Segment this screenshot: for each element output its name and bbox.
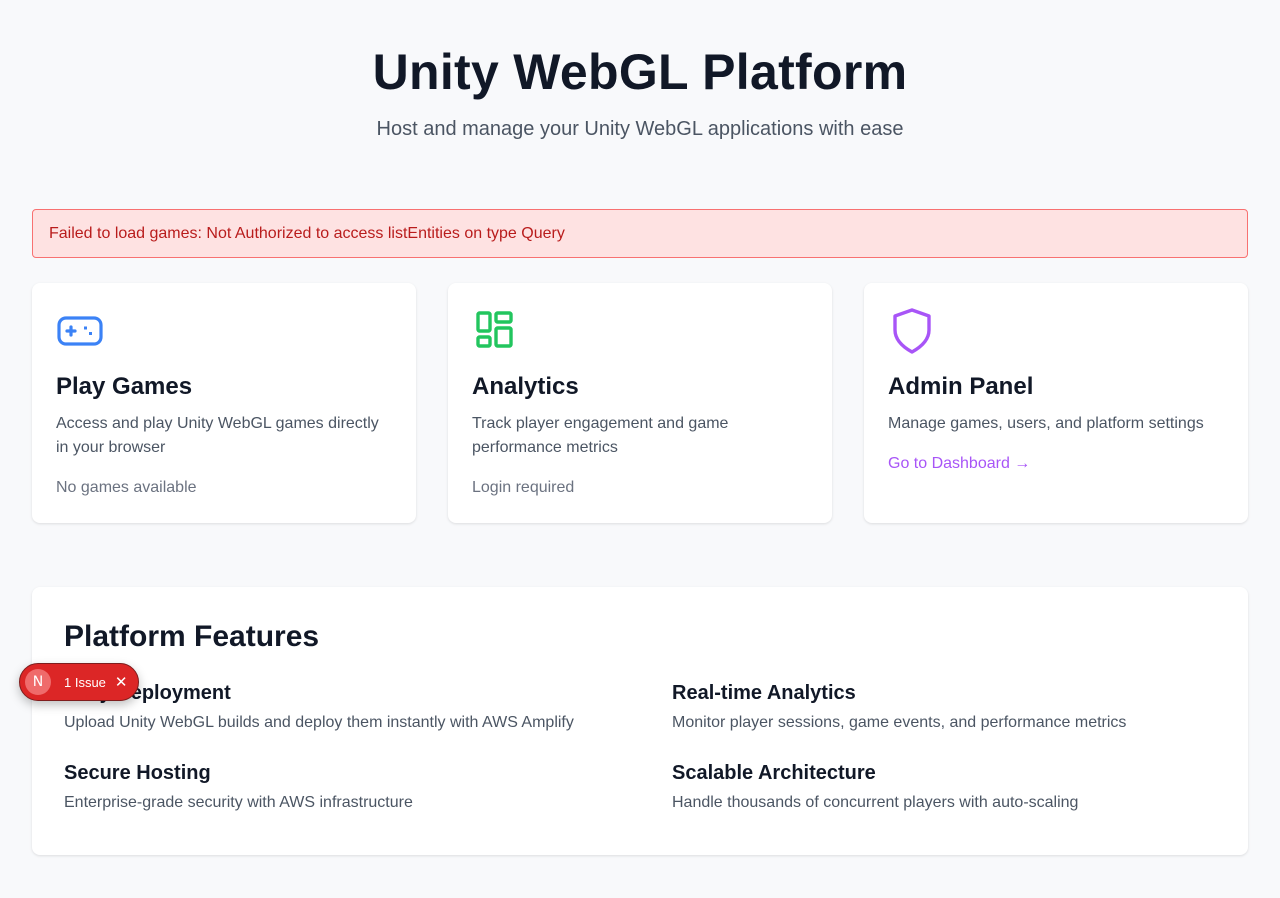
- platform-features: Platform Features Easy Deployment Upload…: [32, 587, 1248, 855]
- hero: Unity WebGL Platform Host and manage you…: [32, 0, 1248, 142]
- card-description: Track player engagement and game perform…: [472, 415, 729, 456]
- dashboard-grid-icon: [476, 311, 513, 348]
- feature-description: Upload Unity WebGL builds and deploy the…: [64, 714, 574, 731]
- shield-icon: [893, 308, 931, 354]
- card-status: No games available: [56, 479, 197, 496]
- error-banner: Failed to load games: Not Authorized to …: [32, 209, 1248, 258]
- page: Unity WebGL Platform Host and manage you…: [0, 0, 1280, 898]
- card-admin-panel: Admin Panel Manage games, users, and pla…: [864, 283, 1248, 523]
- feature-title: Secure Hosting: [64, 762, 211, 784]
- card-play-games: Play Games Access and play Unity WebGL g…: [32, 283, 416, 523]
- feature-secure-hosting: Secure Hosting Enterprise-grade security…: [64, 759, 608, 815]
- feature-title: Scalable Architecture: [672, 762, 876, 784]
- section-title: Platform Features: [64, 620, 320, 653]
- feature-description: Handle thousands of concurrent players w…: [672, 794, 1079, 811]
- go-to-dashboard-link[interactable]: Go to Dashboard →: [888, 452, 1030, 476]
- feature-description: Enterprise-grade security with AWS infra…: [64, 794, 413, 811]
- card-status: Login required: [472, 479, 575, 496]
- page-title: Unity WebGL Platform: [372, 44, 908, 100]
- issue-count-label[interactable]: 1 Issue: [64, 675, 106, 690]
- dev-issues-indicator[interactable]: N 1 Issue ✕: [19, 663, 139, 701]
- feature-title: Easy Deployment: [64, 682, 231, 704]
- gamepad-icon: [57, 316, 103, 346]
- close-icon[interactable]: ✕: [115, 675, 128, 690]
- page-subtitle: Host and manage your Unity WebGL applica…: [376, 118, 904, 140]
- feature-easy-deployment: Easy Deployment Upload Unity WebGL build…: [64, 679, 608, 735]
- nextjs-logo-icon[interactable]: N: [25, 669, 51, 695]
- card-title: Admin Panel: [888, 373, 1034, 400]
- card-analytics: Analytics Track player engagement and ga…: [448, 283, 832, 523]
- feature-title: Real-time Analytics: [672, 682, 856, 704]
- feature-cards: Play Games Access and play Unity WebGL g…: [32, 283, 1248, 523]
- feature-grid: Easy Deployment Upload Unity WebGL build…: [64, 679, 1216, 815]
- card-title: Play Games: [56, 373, 193, 400]
- feature-real-time-analytics: Real-time Analytics Monitor player sessi…: [672, 679, 1216, 735]
- card-description: Access and play Unity WebGL games direct…: [56, 415, 379, 456]
- feature-description: Monitor player sessions, game events, an…: [672, 714, 1127, 731]
- card-title: Analytics: [472, 373, 579, 400]
- card-description: Manage games, users, and platform settin…: [888, 415, 1204, 432]
- feature-scalable-architecture: Scalable Architecture Handle thousands o…: [672, 759, 1216, 815]
- error-message: Failed to load games: Not Authorized to …: [49, 224, 565, 242]
